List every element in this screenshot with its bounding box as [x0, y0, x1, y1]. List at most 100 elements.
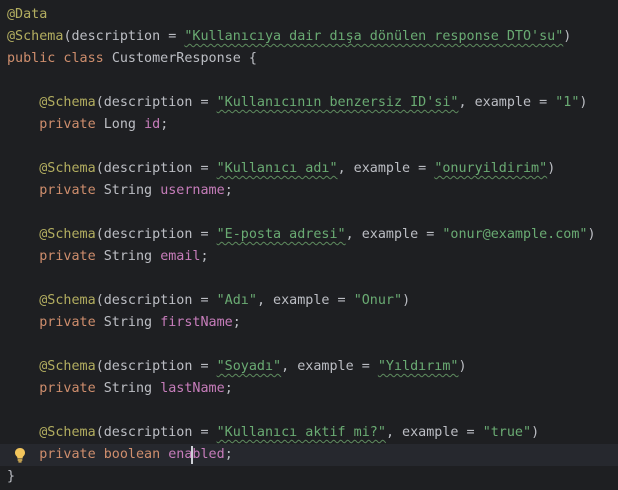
code-text: (description =: [95, 161, 217, 176]
code-line[interactable]: @Schema(description = "E-posta adresi", …: [0, 224, 618, 246]
code-line[interactable]: @Schema(description = "Kullanıcının benz…: [0, 92, 618, 114]
code-text: ): [587, 227, 596, 242]
code-line[interactable]: [0, 202, 618, 224]
code-text: ): [547, 161, 556, 176]
keyword-token: private boolean: [39, 447, 169, 462]
code-text: ;: [200, 249, 209, 264]
code-line[interactable]: }: [0, 466, 618, 488]
code-line[interactable]: private Long id;: [0, 114, 618, 136]
annotation-token: @Schema: [39, 227, 96, 242]
string-literal: "1": [555, 95, 580, 110]
annotation-token: @Schema: [39, 425, 96, 440]
code-text: , example =: [337, 161, 435, 176]
keyword-token: private: [39, 183, 104, 198]
code-line[interactable]: @Schema(description = "Soyadı", example …: [0, 356, 618, 378]
code-text: (description =: [95, 227, 217, 242]
code-text: ;: [224, 183, 233, 198]
code-line[interactable]: [0, 70, 618, 92]
field-name: lastName: [160, 381, 225, 396]
code-text: , example =: [385, 425, 483, 440]
code-text: Long: [103, 117, 145, 132]
editor-top-edge: [0, 0, 618, 2]
keyword-token: private: [39, 117, 104, 132]
string-literal: "Kullanıcı adı": [216, 161, 338, 176]
code-line[interactable]: private String username;: [0, 180, 618, 202]
string-literal: "Kullanıcı aktif mi?": [216, 425, 386, 440]
code-text: ): [402, 293, 411, 308]
text-caret: [191, 446, 194, 464]
code-text: String: [103, 315, 161, 330]
code-line[interactable]: @Schema(description = "Kullanıcı adı", e…: [0, 158, 618, 180]
string-literal: "Soyadı": [216, 359, 282, 374]
code-text: }: [7, 469, 16, 484]
annotation-token: @Schema: [39, 95, 96, 110]
keyword-token: public class: [7, 51, 112, 66]
code-line[interactable]: [0, 136, 618, 158]
code-line[interactable]: [0, 334, 618, 356]
field-name: enabled: [168, 447, 225, 462]
lightbulb-icon[interactable]: [14, 447, 26, 463]
keyword-token: private: [39, 381, 104, 396]
code-text: , example =: [281, 359, 378, 374]
string-literal: "Adı": [216, 293, 257, 308]
code-line[interactable]: [0, 268, 618, 290]
string-literal: "E-posta adresi": [216, 227, 346, 242]
code-text: String: [103, 183, 161, 198]
code-text: ): [458, 359, 467, 374]
code-text: (description =: [95, 425, 217, 440]
string-literal: "Kullanıcıya dair dışa dönülen response …: [184, 29, 564, 44]
field-name: email: [160, 249, 201, 264]
string-literal: "Yıldırım": [377, 359, 459, 374]
code-line[interactable]: [0, 400, 618, 422]
code-text: (description =: [95, 293, 217, 308]
annotation-token: @Schema: [39, 293, 96, 308]
code-text: , example =: [256, 293, 354, 308]
code-text: ;: [224, 447, 233, 462]
code-text: , example =: [345, 227, 443, 242]
annotation-token: @Schema: [39, 359, 96, 374]
code-line[interactable]: private String email;: [0, 246, 618, 268]
code-line[interactable]: private String firstName;: [0, 312, 618, 334]
keyword-token: private: [39, 315, 104, 330]
annotation-token: @Data: [7, 7, 48, 22]
code-line[interactable]: public class CustomerResponse {: [0, 48, 618, 70]
annotation-token: @Schema: [7, 29, 64, 44]
code-line-active[interactable]: private boolean enabled;: [0, 444, 618, 466]
code-line[interactable]: @Schema(description = "Adı", example = "…: [0, 290, 618, 312]
code-text: (description =: [63, 29, 185, 44]
code-text: String: [103, 249, 161, 264]
code-line[interactable]: @Schema(description = "Kullanıcı aktif m…: [0, 422, 618, 444]
code-text: ;: [160, 117, 169, 132]
string-literal: "onuryildirim": [434, 161, 548, 176]
string-literal: "true": [482, 425, 532, 440]
code-text: ;: [224, 381, 233, 396]
code-editor[interactable]: @Data @Schema(description = "Kullanıcıya …: [0, 0, 618, 490]
annotation-token: @Schema: [39, 161, 96, 176]
keyword-token: private: [39, 249, 104, 264]
string-literal: "Kullanıcının benzersiz ID'si": [216, 95, 459, 110]
field-name: username: [160, 183, 225, 198]
field-name: id: [144, 117, 161, 132]
code-line[interactable]: @Data: [0, 4, 618, 26]
code-text: (description =: [95, 359, 217, 374]
code-line[interactable]: @Schema(description = "Kullanıcıya dair …: [0, 26, 618, 48]
code-text: String: [103, 381, 161, 396]
code-text: ;: [232, 315, 241, 330]
code-text: ): [579, 95, 588, 110]
code-line[interactable]: private String lastName;: [0, 378, 618, 400]
string-literal: "onur@example.com": [442, 227, 588, 242]
code-text: (description =: [95, 95, 217, 110]
code-text: ): [531, 425, 540, 440]
code-text: , example =: [458, 95, 556, 110]
field-name: firstName: [160, 315, 233, 330]
